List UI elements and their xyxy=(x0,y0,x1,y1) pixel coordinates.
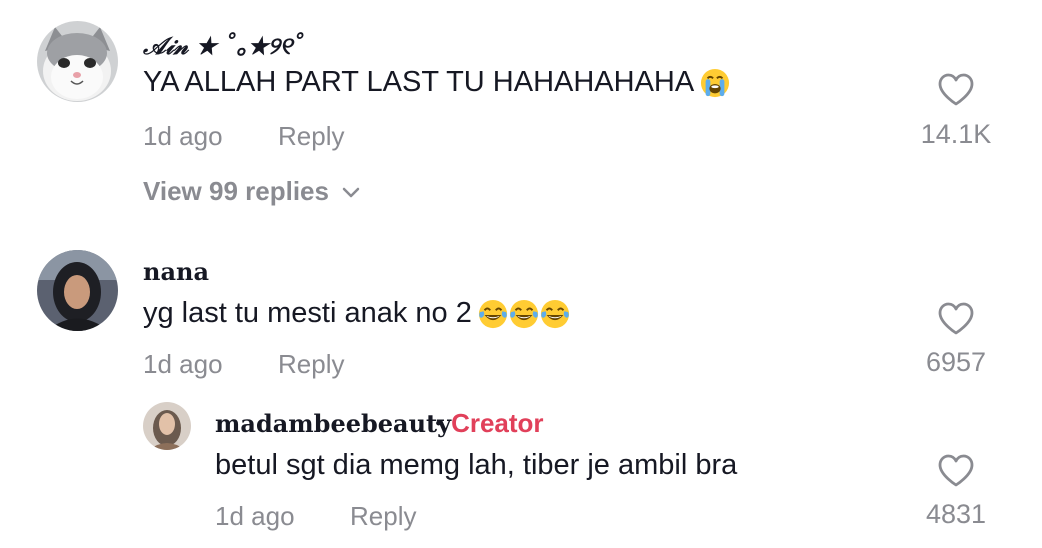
reply-button[interactable]: Reply xyxy=(278,349,344,380)
comment-timestamp: 1d ago xyxy=(143,349,223,379)
comment-username[interactable]: 𝒜𝒾𝓃 ★ ˚｡★୨୧˚ xyxy=(143,26,304,61)
creator-badge: · Creator xyxy=(434,408,544,439)
creator-avatar-image xyxy=(143,402,191,450)
heart-icon[interactable] xyxy=(937,302,975,336)
comment-text: YA ALLAH PART LAST TU HAHAHAHAHA xyxy=(143,66,730,99)
comment-text-content: yg last tu mesti anak no 2 xyxy=(143,297,472,329)
avatar[interactable] xyxy=(143,402,191,450)
reply-text: betul sgt dia memg lah, tiber je ambil b… xyxy=(215,449,737,482)
heart-icon[interactable] xyxy=(937,73,975,107)
like-count: 14.1K xyxy=(920,119,992,149)
avatar[interactable] xyxy=(37,250,118,331)
like-count: 6957 xyxy=(925,347,987,377)
comment-username[interactable]: nana xyxy=(143,257,209,286)
like-count: 4831 xyxy=(925,499,987,529)
tears-of-joy-face-icon xyxy=(509,299,538,328)
comment-timestamp: 1d ago xyxy=(143,121,223,151)
user-avatar-image xyxy=(37,250,118,331)
creator-label: Creator xyxy=(451,408,544,438)
reply-timestamp: 1d ago xyxy=(215,501,295,531)
reply-text-content: betul sgt dia memg lah, tiber je ambil b… xyxy=(215,449,738,481)
view-replies-button[interactable]: View 99 replies xyxy=(143,176,361,207)
tears-of-joy-face-icon xyxy=(478,299,507,328)
avatar[interactable] xyxy=(37,21,118,102)
heart-icon[interactable] xyxy=(937,454,975,488)
chevron-down-icon xyxy=(342,187,360,197)
cat-avatar-image xyxy=(37,21,118,102)
comment-text: yg last tu mesti anak no 2 xyxy=(143,297,570,330)
tears-of-joy-face-icon xyxy=(540,299,569,328)
reply-button[interactable]: Reply xyxy=(350,501,416,532)
comment-text-content: YA ALLAH PART LAST TU HAHAHAHAHA xyxy=(143,66,695,98)
view-replies-label: View 99 replies xyxy=(143,176,329,206)
separator-dot: · xyxy=(434,408,444,439)
reply-button[interactable]: Reply xyxy=(278,121,344,152)
loudly-crying-face-icon xyxy=(701,68,730,97)
reply-username[interactable]: madambeebeauty xyxy=(215,409,451,438)
